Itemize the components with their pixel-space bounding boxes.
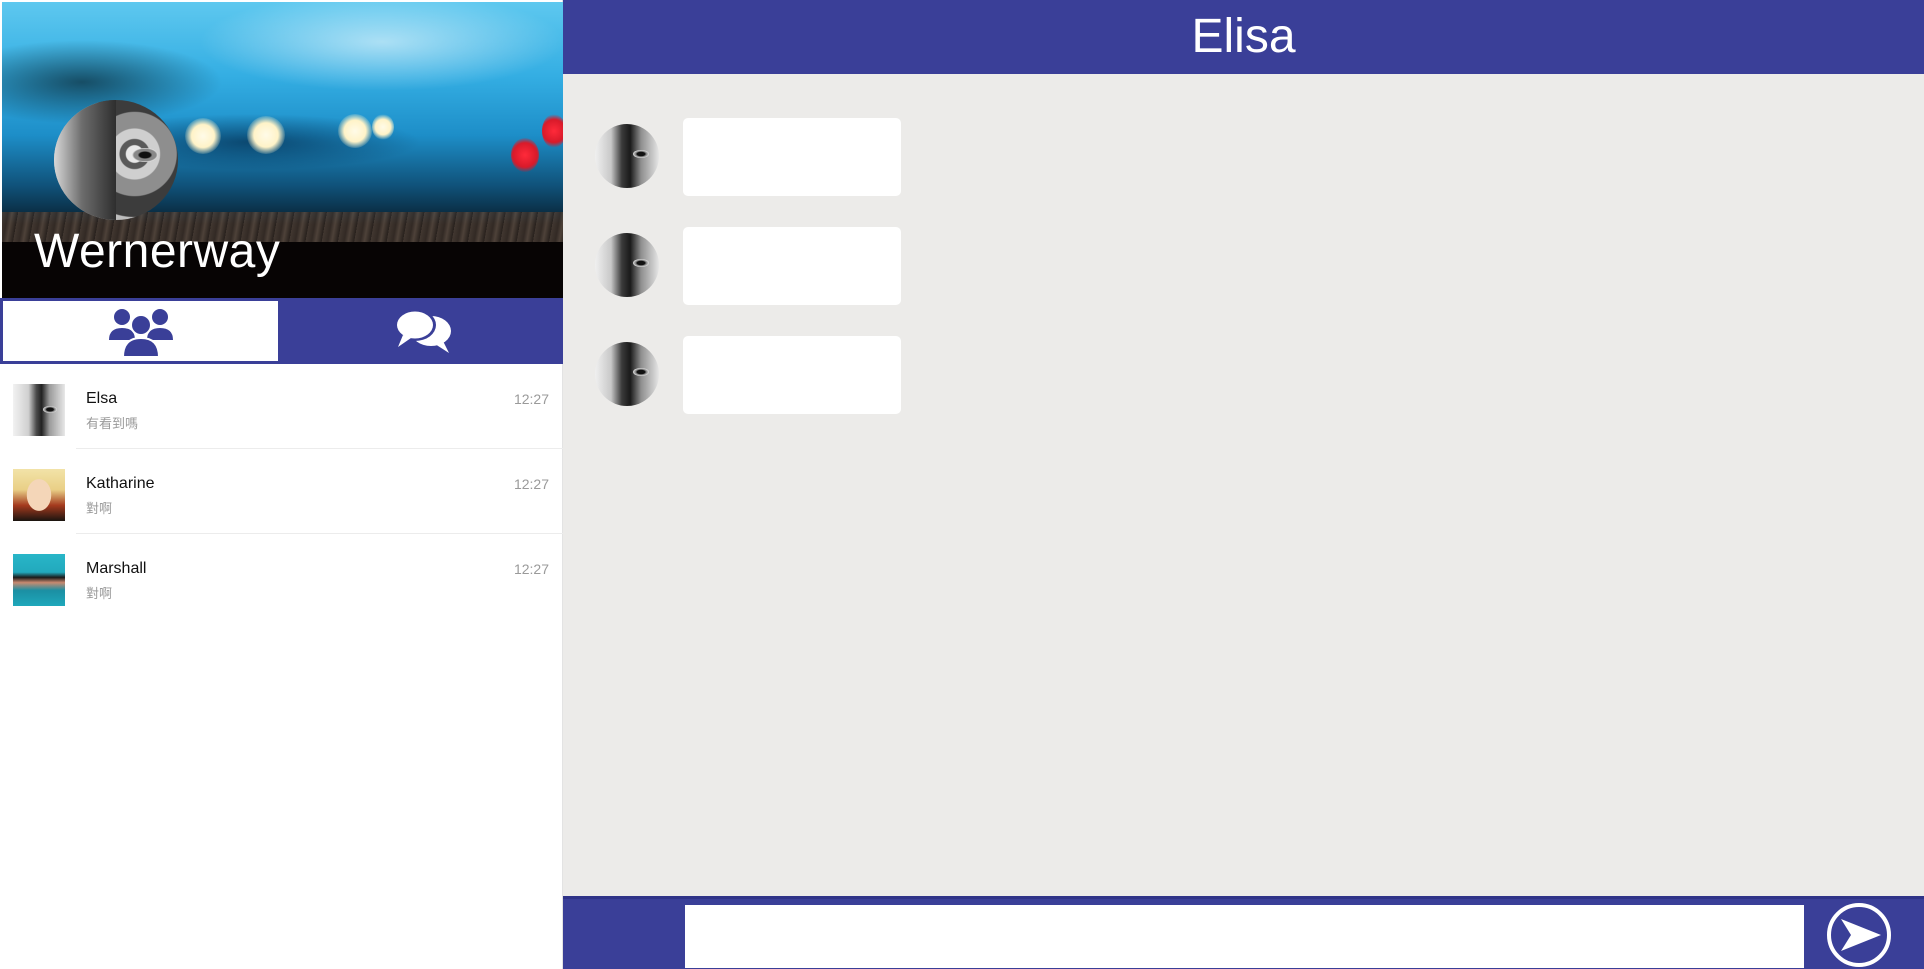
contact-timestamp: 12:27 (513, 476, 549, 492)
contact-avatar (13, 469, 65, 521)
tab-chats[interactable] (281, 298, 562, 364)
contact-timestamp: 12:27 (513, 391, 549, 407)
contact-avatar (13, 554, 65, 606)
message-input[interactable] (685, 905, 1804, 968)
list-item[interactable]: Marshall 對啊 12:27 (0, 534, 563, 619)
list-item[interactable]: Elsa 有看到嗎 12:27 (0, 364, 563, 449)
cover-bokeh-light (372, 114, 394, 140)
sidebar-tabs (0, 298, 563, 364)
contact-timestamp: 12:27 (513, 561, 549, 577)
chat-bubbles-icon (393, 309, 451, 353)
message-avatar[interactable] (595, 233, 659, 297)
message-avatar[interactable] (595, 342, 659, 406)
chat-panel: Elisa (563, 0, 1924, 969)
cover-bokeh-light (542, 114, 563, 148)
profile-name: Wernerway (34, 225, 281, 278)
cover-bokeh-light (511, 138, 539, 172)
contact-name: Katharine (86, 475, 155, 492)
contact-last-message: 有看到嗎 (86, 416, 139, 431)
send-icon (1827, 903, 1891, 967)
cover-bokeh-light (247, 116, 285, 154)
contact-name: Marshall (86, 560, 147, 577)
message-bubble[interactable] (683, 118, 901, 196)
chat-app: Wernerway Elsa 有看到嗎 12:27 Katharine 對啊 1… (0, 0, 1924, 969)
contact-avatar (13, 384, 65, 436)
tab-contacts[interactable] (0, 298, 281, 364)
cover-bokeh-light (338, 114, 372, 148)
send-button[interactable] (1825, 901, 1893, 969)
message-bubble[interactable] (683, 227, 901, 305)
contact-last-message: 對啊 (86, 501, 113, 516)
users-icon (108, 309, 173, 358)
contact-name: Elsa (86, 390, 118, 407)
profile-header: Wernerway (2, 2, 563, 298)
message-bubble[interactable] (683, 336, 901, 414)
chat-header: Elisa (563, 0, 1924, 74)
contact-list: Elsa 有看到嗎 12:27 Katharine 對啊 12:27 Marsh… (0, 364, 563, 619)
sidebar: Wernerway Elsa 有看到嗎 12:27 Katharine 對啊 1… (0, 0, 563, 969)
chat-title: Elisa (1191, 10, 1296, 63)
profile-avatar[interactable] (54, 100, 178, 220)
contact-last-message: 對啊 (86, 586, 113, 601)
list-item[interactable]: Katharine 對啊 12:27 (0, 449, 563, 534)
message-composer (563, 896, 1924, 969)
message-avatar[interactable] (595, 124, 659, 188)
cover-bokeh-light (185, 118, 221, 154)
